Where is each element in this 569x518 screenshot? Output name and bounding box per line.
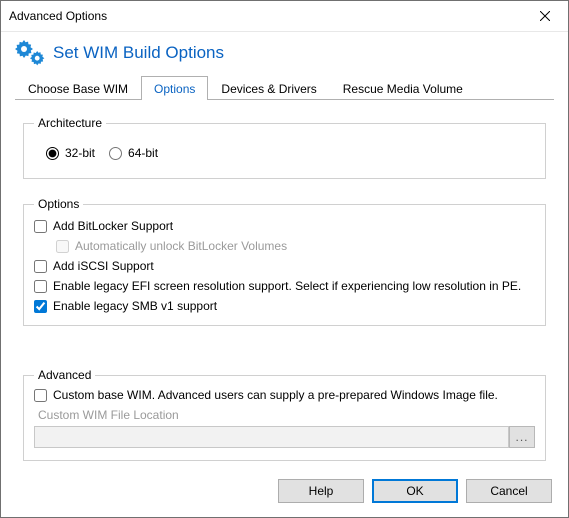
help-button[interactable]: Help bbox=[278, 479, 364, 503]
checkbox-bitlocker[interactable] bbox=[34, 220, 47, 233]
checkbox-iscsi-label[interactable]: Add iSCSI Support bbox=[34, 259, 535, 273]
checkbox-custom-wim-text: Custom base WIM. Advanced users can supp… bbox=[53, 388, 498, 402]
checkbox-bitlocker-label[interactable]: Add BitLocker Support bbox=[34, 219, 535, 233]
checkbox-bitlocker-auto bbox=[56, 240, 69, 253]
dialog-window: Advanced Options Set WIM Build Options C… bbox=[0, 0, 569, 518]
fieldset-architecture: Architecture 32-bit 64-bit bbox=[23, 116, 546, 179]
header: Set WIM Build Options bbox=[1, 32, 568, 72]
custom-wim-row: ... bbox=[34, 426, 535, 448]
close-icon bbox=[540, 11, 550, 21]
gear-icon bbox=[15, 40, 45, 66]
checkbox-iscsi-text: Add iSCSI Support bbox=[53, 259, 154, 273]
legend-architecture: Architecture bbox=[34, 116, 106, 130]
radio-64bit-label[interactable]: 64-bit bbox=[109, 146, 158, 160]
radio-32bit-text: 32-bit bbox=[65, 146, 95, 160]
checkbox-custom-wim[interactable] bbox=[34, 389, 47, 402]
tab-choose-base-wim[interactable]: Choose Base WIM bbox=[15, 76, 141, 100]
custom-wim-location-input bbox=[34, 426, 509, 448]
checkbox-custom-wim-label[interactable]: Custom base WIM. Advanced users can supp… bbox=[34, 388, 535, 402]
tab-options[interactable]: Options bbox=[141, 76, 208, 100]
checkbox-efi[interactable] bbox=[34, 280, 47, 293]
checkbox-iscsi[interactable] bbox=[34, 260, 47, 273]
checkbox-bitlocker-auto-label: Automatically unlock BitLocker Volumes bbox=[56, 239, 535, 253]
radio-32bit[interactable] bbox=[46, 147, 59, 160]
checkbox-bitlocker-auto-text: Automatically unlock BitLocker Volumes bbox=[75, 239, 287, 253]
dialog-footer: Help OK Cancel bbox=[278, 479, 552, 503]
page-title: Set WIM Build Options bbox=[53, 43, 224, 63]
checkbox-smb[interactable] bbox=[34, 300, 47, 313]
fieldset-advanced: Advanced Custom base WIM. Advanced users… bbox=[23, 368, 546, 461]
cancel-button[interactable]: Cancel bbox=[466, 479, 552, 503]
radio-64bit[interactable] bbox=[109, 147, 122, 160]
custom-wim-location-label: Custom WIM File Location bbox=[38, 408, 535, 422]
content: Choose Base WIM Options Devices & Driver… bbox=[1, 72, 568, 483]
window-title: Advanced Options bbox=[9, 9, 107, 23]
close-button[interactable] bbox=[522, 1, 568, 31]
tab-panel-options: Architecture 32-bit 64-bit Options bbox=[15, 100, 554, 483]
browse-button[interactable]: ... bbox=[509, 426, 535, 448]
tablist: Choose Base WIM Options Devices & Driver… bbox=[15, 76, 554, 100]
tab-devices-drivers[interactable]: Devices & Drivers bbox=[208, 76, 329, 100]
checkbox-bitlocker-text: Add BitLocker Support bbox=[53, 219, 173, 233]
checkbox-smb-text: Enable legacy SMB v1 support bbox=[53, 299, 217, 313]
radio-32bit-label[interactable]: 32-bit bbox=[46, 146, 95, 160]
fieldset-options: Options Add BitLocker Support Automatica… bbox=[23, 197, 546, 326]
titlebar: Advanced Options bbox=[1, 1, 568, 32]
architecture-radios: 32-bit 64-bit bbox=[34, 136, 535, 166]
legend-advanced: Advanced bbox=[34, 368, 95, 382]
ok-button[interactable]: OK bbox=[372, 479, 458, 503]
legend-options: Options bbox=[34, 197, 83, 211]
checkbox-efi-text: Enable legacy EFI screen resolution supp… bbox=[53, 279, 521, 293]
tab-rescue-media-volume[interactable]: Rescue Media Volume bbox=[330, 76, 476, 100]
checkbox-smb-label[interactable]: Enable legacy SMB v1 support bbox=[34, 299, 535, 313]
radio-64bit-text: 64-bit bbox=[128, 146, 158, 160]
checkbox-efi-label[interactable]: Enable legacy EFI screen resolution supp… bbox=[34, 279, 535, 293]
